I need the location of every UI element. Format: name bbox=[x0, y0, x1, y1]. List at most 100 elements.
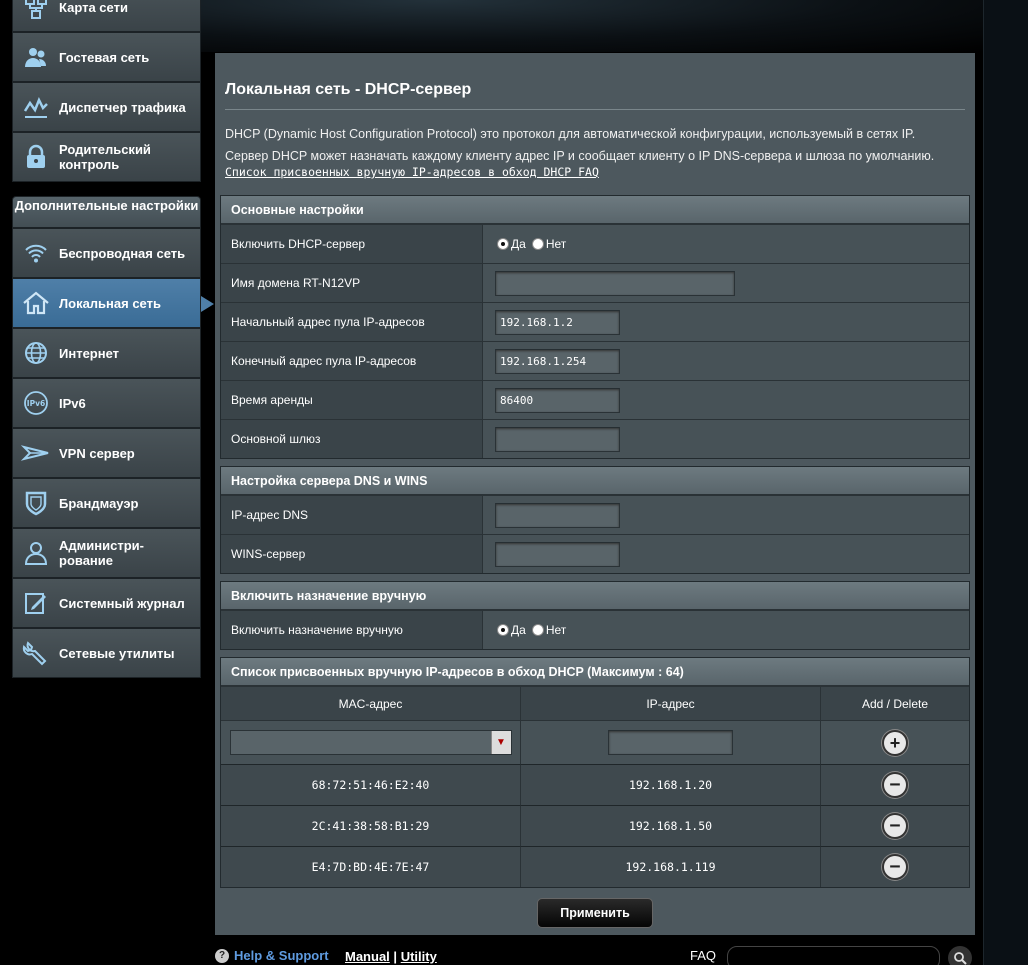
sidebar-item-parental-control[interactable]: Родительский контроль bbox=[12, 132, 201, 182]
wins-server-input[interactable] bbox=[495, 541, 620, 567]
ip-cell: 192.168.1.20 bbox=[521, 764, 821, 805]
help-label: Help & Support bbox=[234, 948, 329, 963]
dhcp-yes-radio[interactable]: Да bbox=[497, 237, 532, 252]
footer-links: Manual | Utility bbox=[345, 949, 437, 964]
mac-address-select[interactable]: ▼ bbox=[229, 730, 512, 755]
radio-unselected[interactable] bbox=[531, 238, 544, 251]
lock-icon bbox=[13, 133, 59, 181]
list-header-row: MAC-адрес IP-адрес Add / Delete bbox=[221, 686, 969, 720]
sidebar-item-label: Карта сети bbox=[59, 0, 128, 15]
sidebar-item-vpn[interactable]: VPN сервер bbox=[12, 428, 201, 478]
home-icon bbox=[13, 279, 59, 327]
add-cell bbox=[521, 720, 821, 764]
sidebar-item-administration[interactable]: Администри-рование bbox=[12, 528, 201, 578]
help-support-link[interactable]: ? Help & Support bbox=[215, 948, 329, 963]
sidebar-item-system-log[interactable]: Системный журнал bbox=[12, 578, 201, 628]
delete-entry-button[interactable]: − bbox=[882, 854, 908, 880]
delete-entry-button[interactable]: − bbox=[882, 772, 908, 798]
section-header: Список присвоенных вручную IP-адресов в … bbox=[221, 658, 969, 686]
field-cell: 192.168.1.254 bbox=[483, 342, 969, 380]
admin-user-icon bbox=[13, 529, 59, 577]
apply-button[interactable]: Применить bbox=[537, 898, 653, 928]
sidebar-item-label: IPv6 bbox=[59, 395, 86, 411]
radio-selected[interactable] bbox=[497, 238, 509, 251]
ipv6-icon: IPv6 bbox=[13, 379, 59, 427]
wireless-icon bbox=[13, 229, 59, 277]
add-entry-button[interactable]: + bbox=[882, 729, 908, 756]
table-row: Включить DHCP-сервер Да Нет bbox=[221, 224, 969, 263]
wrench-icon bbox=[13, 629, 59, 677]
radio-selected[interactable] bbox=[497, 624, 509, 637]
manual-link[interactable]: Manual bbox=[345, 949, 390, 964]
sidebar-item-internet[interactable]: Интернет bbox=[12, 328, 201, 378]
faq-label: FAQ bbox=[690, 948, 717, 963]
table-row: Конечный адрес пула IP-адресов 192.168.1… bbox=[221, 341, 969, 380]
radio-label: Да bbox=[511, 237, 526, 252]
field-label: Основной шлюз bbox=[221, 420, 483, 458]
field-label: IP-адрес DNS bbox=[221, 496, 483, 534]
add-entry-row: ▼ + bbox=[221, 720, 969, 764]
table-row: IP-адрес DNS bbox=[221, 495, 969, 534]
sidebar-item-label: Сетевые утилиты bbox=[59, 645, 175, 661]
field-cell: 86400 bbox=[483, 381, 969, 419]
dropdown-arrow-icon[interactable]: ▼ bbox=[490, 731, 511, 754]
field-label: Начальный адрес пула IP-адресов bbox=[221, 303, 483, 341]
dhcp-no-radio[interactable]: Нет bbox=[531, 237, 572, 251]
faq-search-input[interactable] bbox=[727, 946, 940, 965]
faq-link[interactable]: Список присвоенных вручную IP-адресов в … bbox=[225, 165, 599, 179]
table-row: 2C:41:38:58:B1:29 192.168.1.50 − bbox=[221, 805, 969, 846]
sidebar-item-wireless[interactable]: Беспроводная сеть bbox=[12, 228, 201, 278]
sidebar-item-guest-network[interactable]: Гостевая сеть bbox=[12, 32, 201, 82]
radio-group: Да Нет bbox=[483, 611, 969, 649]
manual-yes-radio[interactable]: Да bbox=[497, 623, 532, 637]
sidebar-item-traffic-manager[interactable]: Диспетчер трафика bbox=[12, 82, 201, 132]
manual-list-table: Список присвоенных вручную IP-адресов в … bbox=[220, 657, 970, 888]
sidebar-item-ipv6[interactable]: IPv6 IPv6 bbox=[12, 378, 201, 428]
add-cell: ▼ bbox=[221, 720, 521, 764]
traffic-manager-icon bbox=[13, 83, 59, 131]
vpn-icon bbox=[13, 429, 59, 477]
column-header: MAC-адрес bbox=[221, 686, 521, 720]
footer: ? Help & Support Manual | Utility FAQ bbox=[215, 940, 975, 965]
field-cell bbox=[483, 264, 969, 302]
pool-start-input[interactable]: 192.168.1.2 bbox=[495, 309, 620, 335]
action-cell: − bbox=[821, 805, 969, 846]
dns-ip-input[interactable] bbox=[495, 502, 620, 528]
section-header: Настройка сервера DNS и WINS bbox=[221, 467, 969, 495]
sidebar-item-network-tools[interactable]: Сетевые утилиты bbox=[12, 628, 201, 678]
sidebar-item-lan[interactable]: Локальная сеть bbox=[12, 278, 214, 328]
sidebar-item-firewall[interactable]: Брандмауэр bbox=[12, 478, 201, 528]
description-line: Сервер DHCP может назначать каждому клие… bbox=[225, 149, 935, 163]
table-row: 68:72:51:46:E2:40 192.168.1.20 − bbox=[221, 764, 969, 805]
table-row: Основной шлюз bbox=[221, 419, 969, 458]
description-line: DHCP (Dynamic Host Configuration Protoco… bbox=[225, 127, 916, 141]
table-row: WINS-сервер bbox=[221, 534, 969, 573]
table-row: Включить назначение вручную Да Нет bbox=[221, 610, 969, 649]
pool-end-input[interactable]: 192.168.1.254 bbox=[495, 348, 620, 374]
advanced-settings-header: Дополнительные настройки bbox=[12, 196, 201, 228]
delete-entry-button[interactable]: − bbox=[882, 813, 908, 839]
manual-no-radio[interactable]: Нет bbox=[531, 623, 572, 637]
new-ip-input[interactable] bbox=[608, 730, 733, 755]
gateway-input[interactable] bbox=[495, 426, 620, 452]
sidebar-item-label: Родительский контроль bbox=[59, 142, 151, 172]
field-label: WINS-сервер bbox=[221, 535, 483, 573]
main-panel: Локальная сеть - DHCP-сервер DHCP (Dynam… bbox=[215, 53, 975, 935]
field-label: Время аренды bbox=[221, 381, 483, 419]
guest-network-icon bbox=[13, 33, 59, 81]
svg-text:IPv6: IPv6 bbox=[27, 399, 45, 408]
sidebar-item-network-map[interactable]: Карта сети bbox=[12, 0, 201, 32]
radio-unselected[interactable] bbox=[531, 624, 544, 637]
action-cell: − bbox=[821, 764, 969, 805]
lease-time-input[interactable]: 86400 bbox=[495, 387, 620, 413]
field-label: Конечный адрес пула IP-адресов bbox=[221, 342, 483, 380]
utility-link[interactable]: Utility bbox=[401, 949, 437, 964]
field-label: Включить DHCP-сервер bbox=[221, 225, 483, 263]
network-map-icon bbox=[13, 0, 59, 31]
search-icon[interactable] bbox=[948, 946, 972, 965]
domain-name-input[interactable] bbox=[495, 270, 735, 296]
mac-cell: E4:7D:BD:4E:7E:47 bbox=[221, 846, 521, 887]
radio-group: Да Нет bbox=[483, 225, 969, 263]
sidebar-item-label: Гостевая сеть bbox=[59, 49, 150, 65]
basic-settings-table: Основные настройки Включить DHCP-сервер … bbox=[220, 195, 970, 459]
